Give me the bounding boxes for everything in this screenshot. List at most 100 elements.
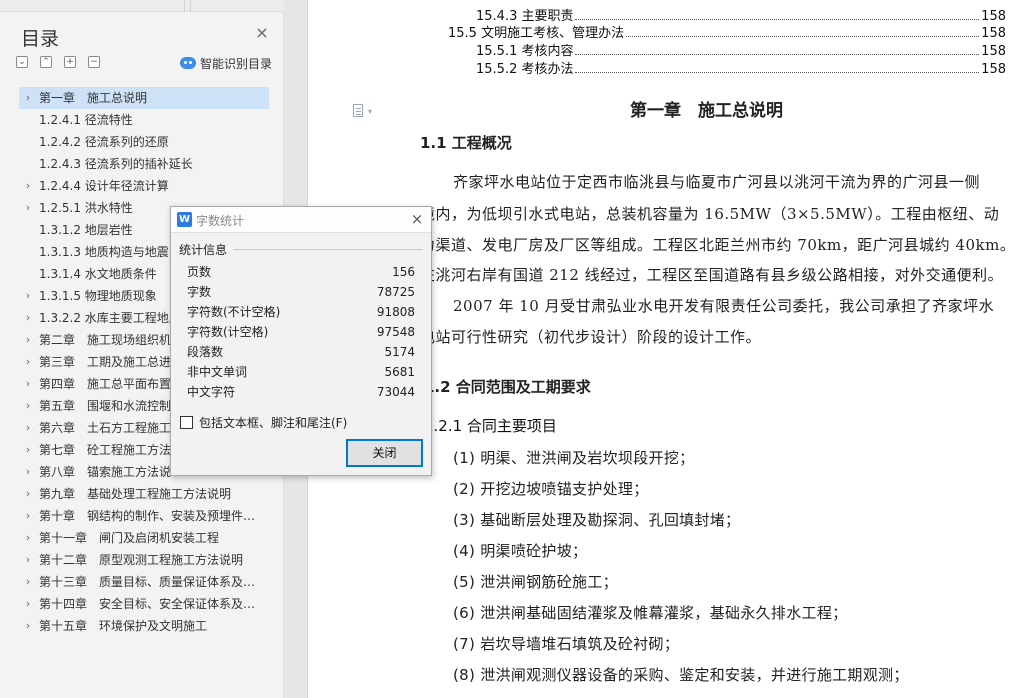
chevron-right-icon[interactable]: › — [22, 329, 34, 351]
remove-level-icon[interactable]: − — [88, 56, 100, 68]
toc-item[interactable]: 1.2.4.2 径流系列的还原 — [19, 131, 269, 153]
toc-item-label: 第十一章 闸门及启闭机安装工程 — [39, 531, 220, 545]
list-item: (5) 泄洪闸钢筋砼施工； — [453, 573, 618, 591]
chevron-right-icon[interactable]: › — [22, 307, 34, 329]
chevron-right-icon[interactable]: › — [22, 197, 34, 219]
close-button[interactable]: 关闭 — [346, 439, 423, 467]
toc-item[interactable]: › 1.2.4.4 设计年径流计算 — [19, 175, 269, 197]
stat-row-paragraphs: 段落数 5174 — [187, 342, 415, 362]
stat-row-non-chinese-words: 非中文单词 5681 — [187, 362, 415, 382]
toc-item[interactable]: 1.2.4.3 径流系列的插补延长 — [19, 153, 269, 175]
toc-item[interactable]: › 第十五章 环境保护及文明施工 — [19, 615, 269, 637]
toc-item-label: 第十章 钢结构的制作、安装及预埋件… — [39, 509, 256, 523]
doc-toc-line[interactable]: 15.5 文明施工考核、管理办法 158 — [448, 25, 1006, 43]
toc-item-label: 1.2.4.4 设计年径流计算 — [39, 179, 169, 193]
doc-toc-text: 15.5.1 考核内容 — [476, 44, 574, 59]
toc-item-label: 1.2.4.1 径流特性 — [39, 113, 133, 127]
chevron-right-icon[interactable]: › — [22, 87, 34, 109]
toc-item-label: 第一章 施工总说明 — [39, 91, 148, 105]
expand-up-icon[interactable]: ⌃ — [40, 56, 52, 68]
toc-item[interactable]: › 第十二章 原型观测工程施工方法说明 — [19, 549, 269, 571]
toc-close-icon[interactable]: × — [254, 25, 270, 41]
stat-label: 字符数(计空格) — [187, 325, 269, 339]
dialog-titlebar[interactable]: W 字数统计 × — [171, 207, 431, 233]
stat-label: 字数 — [187, 285, 212, 299]
chevron-right-icon[interactable]: › — [22, 285, 34, 307]
chevron-right-icon[interactable]: › — [22, 505, 34, 527]
chevron-right-icon[interactable]: › — [22, 483, 34, 505]
paragraph-line: 2007 年 10 月受甘肃弘业水电开发有限责任公司委托，我公司承担了齐家坪水 — [453, 297, 995, 315]
group-divider — [233, 249, 423, 250]
doc-toc-text: 15.5.2 考核办法 — [476, 62, 574, 77]
collapse-all-icon[interactable]: ⌄ — [16, 56, 28, 68]
chevron-right-icon[interactable]: › — [22, 395, 34, 417]
toc-item[interactable]: › 第一章 施工总说明 — [19, 87, 269, 109]
doc-toc-line[interactable]: 15.5.1 考核内容 158 — [476, 43, 1006, 61]
chevron-right-icon[interactable]: › — [22, 351, 34, 373]
toc-item-label: 第四章 施工总平面布置 — [39, 377, 172, 391]
doc-toc-line[interactable]: 15.4.3 主要职责 158 — [476, 8, 1006, 26]
page-options-icon[interactable]: ▾ — [353, 104, 377, 118]
chevron-right-icon[interactable]: › — [22, 461, 34, 483]
add-level-icon[interactable]: + — [64, 56, 76, 68]
toc-item-label: 1.2.4.2 径流系列的还原 — [39, 135, 169, 149]
chevron-right-icon[interactable]: › — [22, 615, 34, 637]
toc-item-label: 1.3.1.5 物理地质现象 — [39, 289, 157, 303]
stat-value: 5174 — [384, 345, 415, 359]
stat-value: 5681 — [384, 365, 415, 379]
chevron-right-icon[interactable]: › — [22, 417, 34, 439]
chevron-right-icon[interactable]: › — [22, 373, 34, 395]
toc-item-label: 第二章 施工现场组织机 — [39, 333, 172, 347]
stat-value: 91808 — [376, 305, 415, 319]
include-textbox-footnote-option[interactable]: 包括文本框、脚注和尾注(F) — [180, 414, 347, 430]
paragraph-line: 齐家坪水电站位于定西市临洮县与临夏市广河县以洮河干流为界的广河县一侧 — [453, 173, 981, 191]
list-item: (4) 明渠喷砼护坡； — [453, 542, 588, 560]
toc-item-label: 第十二章 原型观测工程施工方法说明 — [39, 553, 244, 567]
paragraph-line: 力渠道、发电厂房及厂区等组成。工程区北距兰州市约 70km，距广河县城约 40k… — [420, 236, 1016, 254]
include-textbox-footnote-checkbox[interactable] — [180, 415, 193, 429]
toc-item-label: 第九章 基础处理工程施工方法说明 — [39, 487, 232, 501]
toc-item-label: 1.2.4.3 径流系列的插补延长 — [39, 157, 193, 171]
stat-label: 字符数(不计空格) — [187, 305, 281, 319]
toc-item[interactable]: › 第十四章 安全目标、安全保证体系及… — [19, 593, 269, 615]
stat-row-chinese-chars: 中文字符 73044 — [187, 382, 415, 402]
toc-item-label: 第五章 围堰和水流控制 — [39, 399, 172, 413]
doc-toc-page: 158 — [981, 9, 1006, 24]
section-heading: 1.2 合同范围及工期要求 — [424, 378, 591, 396]
list-item: (6) 泄洪闸基础固结灌浆及帷幕灌浆，基础永久排水工程； — [453, 604, 848, 622]
chevron-right-icon[interactable]: › — [22, 527, 34, 549]
stat-row-pages: 页数 156 — [187, 262, 415, 282]
toc-item-label: 第十四章 安全目标、安全保证体系及… — [39, 597, 256, 611]
toc-item-label: 1.3.2.2 水库主要工程地质 — [39, 311, 181, 325]
chevron-right-icon[interactable]: › — [22, 439, 34, 461]
dialog-close-icon[interactable]: × — [409, 211, 425, 227]
toc-item[interactable]: › 第十三章 质量目标、质量保证体系及… — [19, 571, 269, 593]
stat-row-chars-with-space: 字符数(计空格) 97548 — [187, 322, 415, 342]
stat-value: 73044 — [376, 385, 415, 399]
chevron-right-icon[interactable]: › — [22, 571, 34, 593]
paragraph-line: 电站可行性研究（初代步设计）阶段的设计工作。 — [420, 328, 762, 346]
stat-value: 78725 — [376, 285, 415, 299]
list-item: (3) 基础断层处理及勘探洞、孔回填封堵； — [453, 511, 741, 529]
toc-item-label: 1.3.1.2 地层岩性 — [39, 223, 133, 237]
toc-item[interactable]: › 第九章 基础处理工程施工方法说明 — [19, 483, 269, 505]
stat-label: 段落数 — [187, 345, 224, 359]
list-item: (2) 开挖边坡喷锚支护处理； — [453, 480, 649, 498]
toc-item-label: 第十五章 环境保护及文明施工 — [39, 619, 208, 633]
smart-toc-label: 智能识别目录 — [200, 56, 273, 71]
toc-item[interactable]: › 第十一章 闸门及启闭机安装工程 — [19, 527, 269, 549]
subsection-heading: 1.2.1 合同主要项目 — [424, 417, 557, 435]
chevron-right-icon[interactable]: › — [22, 175, 34, 197]
stat-label: 非中文单词 — [187, 365, 248, 379]
chevron-right-icon[interactable]: › — [22, 593, 34, 615]
chevron-right-icon[interactable]: › — [22, 549, 34, 571]
toc-item[interactable]: 1.2.4.1 径流特性 — [19, 109, 269, 131]
paragraph-line: 左洮河右岸有国道 212 线经过，工程区至国道路有县乡级公路相接，对外交通便利。 — [420, 266, 1004, 284]
smart-toc-button[interactable]: 智能识别目录 — [180, 54, 272, 72]
doc-toc-line[interactable]: 15.5.2 考核办法 158 — [476, 61, 1006, 79]
toc-item-label: 第八章 锚索施工方法说 — [39, 465, 172, 479]
toc-item[interactable]: › 第十章 钢结构的制作、安装及预埋件… — [19, 505, 269, 527]
toc-item-label: 1.3.1.4 水文地质条件 — [39, 267, 157, 281]
toc-item-label: 1.3.1.3 地质构造与地震 — [39, 245, 169, 259]
toc-item-label: 第六章 土石方工程施工 — [39, 421, 172, 435]
